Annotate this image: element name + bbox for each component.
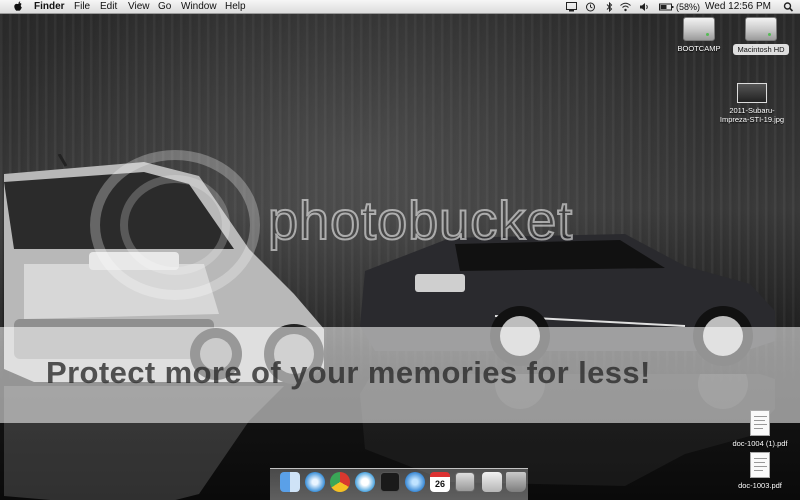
- watermark-brand: photobucket: [267, 190, 574, 252]
- menu-bar: Finder File Edit View Go Window Help (58…: [0, 0, 800, 14]
- desktop-icon-label: Macintosh HD: [733, 44, 789, 55]
- photobucket-logo-inner-ring: [120, 175, 230, 275]
- trash-icon[interactable]: [506, 472, 526, 492]
- finder-icon[interactable]: [280, 472, 300, 492]
- display-icon[interactable]: [566, 2, 577, 12]
- bluetooth-icon[interactable]: [604, 2, 615, 12]
- volume-icon[interactable]: [639, 2, 650, 12]
- spotlight-icon[interactable]: [783, 2, 794, 12]
- chrome-icon[interactable]: [330, 472, 350, 492]
- menu-edit[interactable]: Edit: [100, 1, 117, 13]
- pdf-document-icon: [750, 410, 770, 436]
- time-machine-icon[interactable]: [585, 2, 596, 12]
- desktop-icon-macintosh-hd[interactable]: Macintosh HD: [726, 17, 796, 55]
- pdf-document-icon: [750, 452, 770, 478]
- menu-window[interactable]: Window: [181, 1, 217, 13]
- desktop-icon-doc-1004[interactable]: doc-1004 (1).pdf: [724, 410, 796, 448]
- itunes-icon[interactable]: [355, 472, 375, 492]
- battery-icon[interactable]: [659, 2, 674, 12]
- wifi-icon[interactable]: [620, 2, 631, 12]
- desktop-icon-label: doc-1004 (1).pdf: [732, 439, 788, 448]
- menu-app-finder[interactable]: Finder: [34, 1, 65, 13]
- image-thumbnail-icon: [737, 83, 767, 103]
- calendar-day: 26: [434, 479, 445, 489]
- battery-percent[interactable]: (58%): [676, 1, 700, 13]
- menu-file[interactable]: File: [74, 1, 90, 13]
- desktop-icon-subaru-jpg[interactable]: 2011-Subaru- Impreza-STI-19.jpg: [712, 83, 792, 124]
- preview-icon[interactable]: [455, 472, 475, 492]
- apple-menu-icon[interactable]: [13, 1, 23, 13]
- menu-help[interactable]: Help: [225, 1, 246, 13]
- safari-icon[interactable]: [305, 472, 325, 492]
- desktop-icon-doc-1003[interactable]: doc-1003.pdf: [724, 452, 796, 490]
- desktop-icon-label: doc-1003.pdf: [738, 481, 782, 490]
- calendar-icon[interactable]: 26: [430, 472, 450, 492]
- hard-drive-icon: [683, 17, 715, 41]
- watermark-tagline: Protect more of your memories for less!: [46, 355, 651, 390]
- app-store-icon[interactable]: [405, 472, 425, 492]
- dock: 26: [270, 468, 528, 500]
- desktop-icon-label-line2: Impreza-STI-19.jpg: [719, 115, 785, 124]
- mail-icon[interactable]: [482, 472, 502, 492]
- menu-go[interactable]: Go: [158, 1, 171, 13]
- blackberry-icon[interactable]: [380, 472, 400, 492]
- hard-drive-icon: [745, 17, 777, 41]
- desktop-icon-bootcamp[interactable]: BOOTCAMP: [672, 17, 726, 53]
- menu-view[interactable]: View: [128, 1, 150, 13]
- desktop-icon-label: BOOTCAMP: [677, 44, 721, 53]
- menu-clock[interactable]: Wed 12:56 PM: [705, 1, 771, 13]
- desktop-icon-label-line1: 2011-Subaru-: [729, 106, 775, 115]
